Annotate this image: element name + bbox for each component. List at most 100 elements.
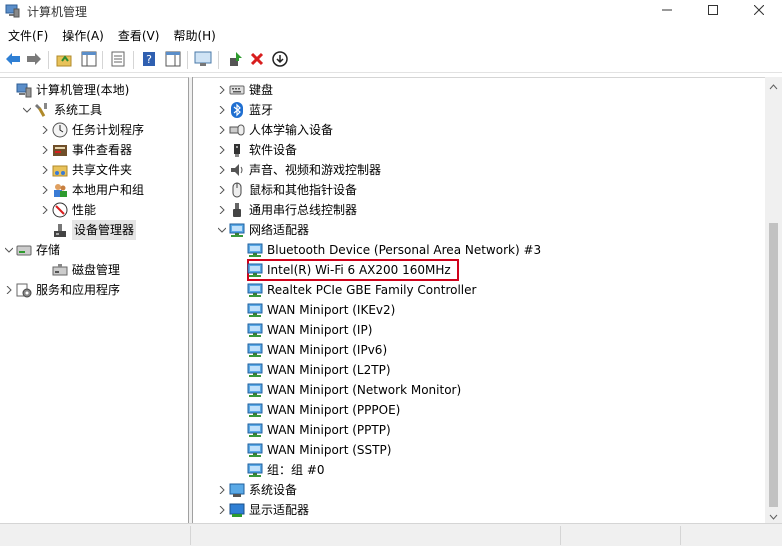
monitor-icon — [194, 51, 212, 70]
tree-item-label: 蓝牙 — [249, 103, 274, 117]
tree-item[interactable]: WAN Miniport (IP) — [233, 320, 372, 340]
tree-item[interactable]: 事件查看器 — [38, 140, 132, 160]
scroll-down-icon[interactable] — [769, 510, 778, 520]
tree-item[interactable]: 蓝牙 — [215, 100, 273, 120]
tree-item[interactable]: 性能 — [38, 200, 96, 220]
tree-item[interactable]: 磁盘管理 — [38, 260, 120, 280]
chevron-right-icon[interactable] — [38, 140, 52, 160]
console-tree: 计算机管理(本地) 系统工具任务计划程序事件查看器 共享文件夹 本地用户和组 性能 设备管… — [0, 77, 189, 523]
tree-item-label: WAN Miniport (L2TP) — [267, 363, 391, 377]
scrollbar-thumb[interactable] — [769, 223, 778, 507]
network-adapter-icon — [247, 342, 263, 358]
tree-item[interactable]: 网络适配器 — [215, 220, 309, 240]
chevron-right-icon[interactable] — [215, 500, 229, 520]
tree-item-label: Realtek PCIe GBE Family Controller — [267, 283, 477, 297]
up-folder-icon — [56, 51, 72, 70]
show-hide-tree-icon — [81, 51, 97, 70]
chevron-down-icon[interactable] — [20, 100, 34, 120]
tree-item[interactable]: WAN Miniport (Network Monitor) — [233, 380, 461, 400]
tree-item[interactable]: 鼠标和其他指针设备 — [215, 180, 357, 200]
tree-item-label: WAN Miniport (IKEv2) — [267, 303, 396, 317]
speaker-icon — [229, 162, 245, 178]
tree-item[interactable]: WAN Miniport (L2TP) — [233, 360, 391, 380]
services-icon — [16, 282, 32, 298]
tree-item[interactable]: Realtek PCIe GBE Family Controller — [233, 280, 476, 300]
forward-button[interactable] — [25, 51, 43, 69]
tree-item[interactable]: 设备管理器 — [38, 220, 137, 240]
tree-item[interactable]: 服务和应用程序 — [2, 280, 120, 300]
network-adapter-icon — [247, 362, 263, 378]
tree-item[interactable]: Bluetooth Device (Personal Area Network)… — [233, 240, 541, 260]
close-button[interactable] — [736, 0, 782, 22]
uninstall-button[interactable] — [248, 51, 266, 69]
chevron-right-icon[interactable] — [38, 200, 52, 220]
update-driver-button[interactable] — [226, 51, 244, 69]
monitor-button[interactable] — [194, 51, 212, 69]
tree-item[interactable]: 声音、视频和游戏控制器 — [215, 160, 381, 180]
tree-item-label: 声音、视频和游戏控制器 — [249, 163, 382, 177]
properties-button[interactable] — [109, 51, 127, 69]
tree-item[interactable]: 本地用户和组 — [38, 180, 144, 200]
tree-item[interactable]: WAN Miniport (SSTP) — [233, 440, 391, 460]
tree-item[interactable]: 系统工具 — [20, 100, 102, 120]
properties-icon — [110, 51, 126, 70]
tree-item[interactable]: 存储 — [2, 240, 60, 260]
chevron-right-icon[interactable] — [2, 280, 16, 300]
chevron-right-icon[interactable] — [215, 480, 229, 500]
tree-item[interactable]: WAN Miniport (IPv6) — [233, 340, 387, 360]
vertical-scrollbar[interactable] — [765, 77, 782, 523]
tree-item[interactable]: Intel(R) Wi-Fi 6 AX200 160MHz — [233, 260, 451, 280]
chevron-right-icon[interactable] — [38, 180, 52, 200]
scroll-up-icon[interactable] — [769, 81, 778, 90]
tree-item[interactable]: 共享文件夹 — [38, 160, 132, 180]
tree-item[interactable]: WAN Miniport (PPPOE) — [233, 400, 400, 420]
shared-folder-icon — [52, 162, 68, 178]
chevron-right-icon[interactable] — [215, 120, 229, 140]
menu-help[interactable]: 帮助(H) — [166, 26, 222, 46]
download-button[interactable] — [271, 50, 289, 69]
tree-item-label: WAN Miniport (IPv6) — [267, 343, 388, 357]
tree-item[interactable]: 通用串行总线控制器 — [215, 200, 357, 220]
chevron-right-icon[interactable] — [215, 200, 229, 220]
chevron-right-icon[interactable] — [38, 160, 52, 180]
status-divider — [680, 526, 681, 545]
tree-item[interactable]: 人体学输入设备 — [215, 120, 333, 140]
tree-item[interactable]: WAN Miniport (IKEv2) — [233, 300, 395, 320]
chevron-right-icon[interactable] — [215, 180, 229, 200]
tree-item-label: 任务计划程序 — [72, 123, 145, 137]
tree-item[interactable]: 键盘 — [215, 80, 273, 100]
tree-item[interactable]: 计算机管理(本地) — [2, 80, 129, 100]
toolbar-separator — [48, 51, 49, 69]
keyboard-icon — [229, 82, 245, 98]
tree-item[interactable]: 显示适配器 — [215, 500, 309, 520]
toolbar: ? — [0, 47, 782, 73]
show-hide-tree-button[interactable] — [80, 51, 98, 69]
up-folder-button[interactable] — [55, 51, 73, 69]
tree-item-label: 人体学输入设备 — [249, 123, 334, 137]
chevron-right-icon[interactable] — [215, 140, 229, 160]
device-manager-icon — [52, 222, 68, 238]
minimize-button[interactable] — [644, 0, 690, 22]
chevron-right-icon[interactable] — [215, 160, 229, 180]
chevron-right-icon[interactable] — [215, 80, 229, 100]
action-pane-button[interactable] — [164, 51, 182, 69]
tree-item[interactable]: WAN Miniport (PPTP) — [233, 420, 391, 440]
maximize-button[interactable] — [690, 0, 736, 22]
tree-item[interactable]: 系统设备 — [215, 480, 297, 500]
back-button[interactable] — [4, 51, 22, 69]
users-icon — [52, 182, 68, 198]
chevron-right-icon[interactable] — [38, 120, 52, 140]
tree-item-label: 通用串行总线控制器 — [249, 203, 358, 217]
tree-item[interactable]: 任务计划程序 — [38, 120, 144, 140]
menu-file[interactable]: 文件(F) — [0, 26, 55, 46]
tree-item[interactable]: 组：组 #0 — [233, 460, 325, 480]
tree-item[interactable]: 软件设备 — [215, 140, 297, 160]
menu-action[interactable]: 操作(A) — [55, 26, 111, 46]
tree-item-label: 软件设备 — [249, 143, 298, 157]
help-button[interactable]: ? — [140, 51, 158, 69]
chevron-down-icon[interactable] — [215, 220, 229, 240]
chevron-down-icon[interactable] — [2, 240, 16, 260]
chevron-right-icon[interactable] — [215, 100, 229, 120]
menu-view[interactable]: 查看(V) — [111, 26, 167, 46]
